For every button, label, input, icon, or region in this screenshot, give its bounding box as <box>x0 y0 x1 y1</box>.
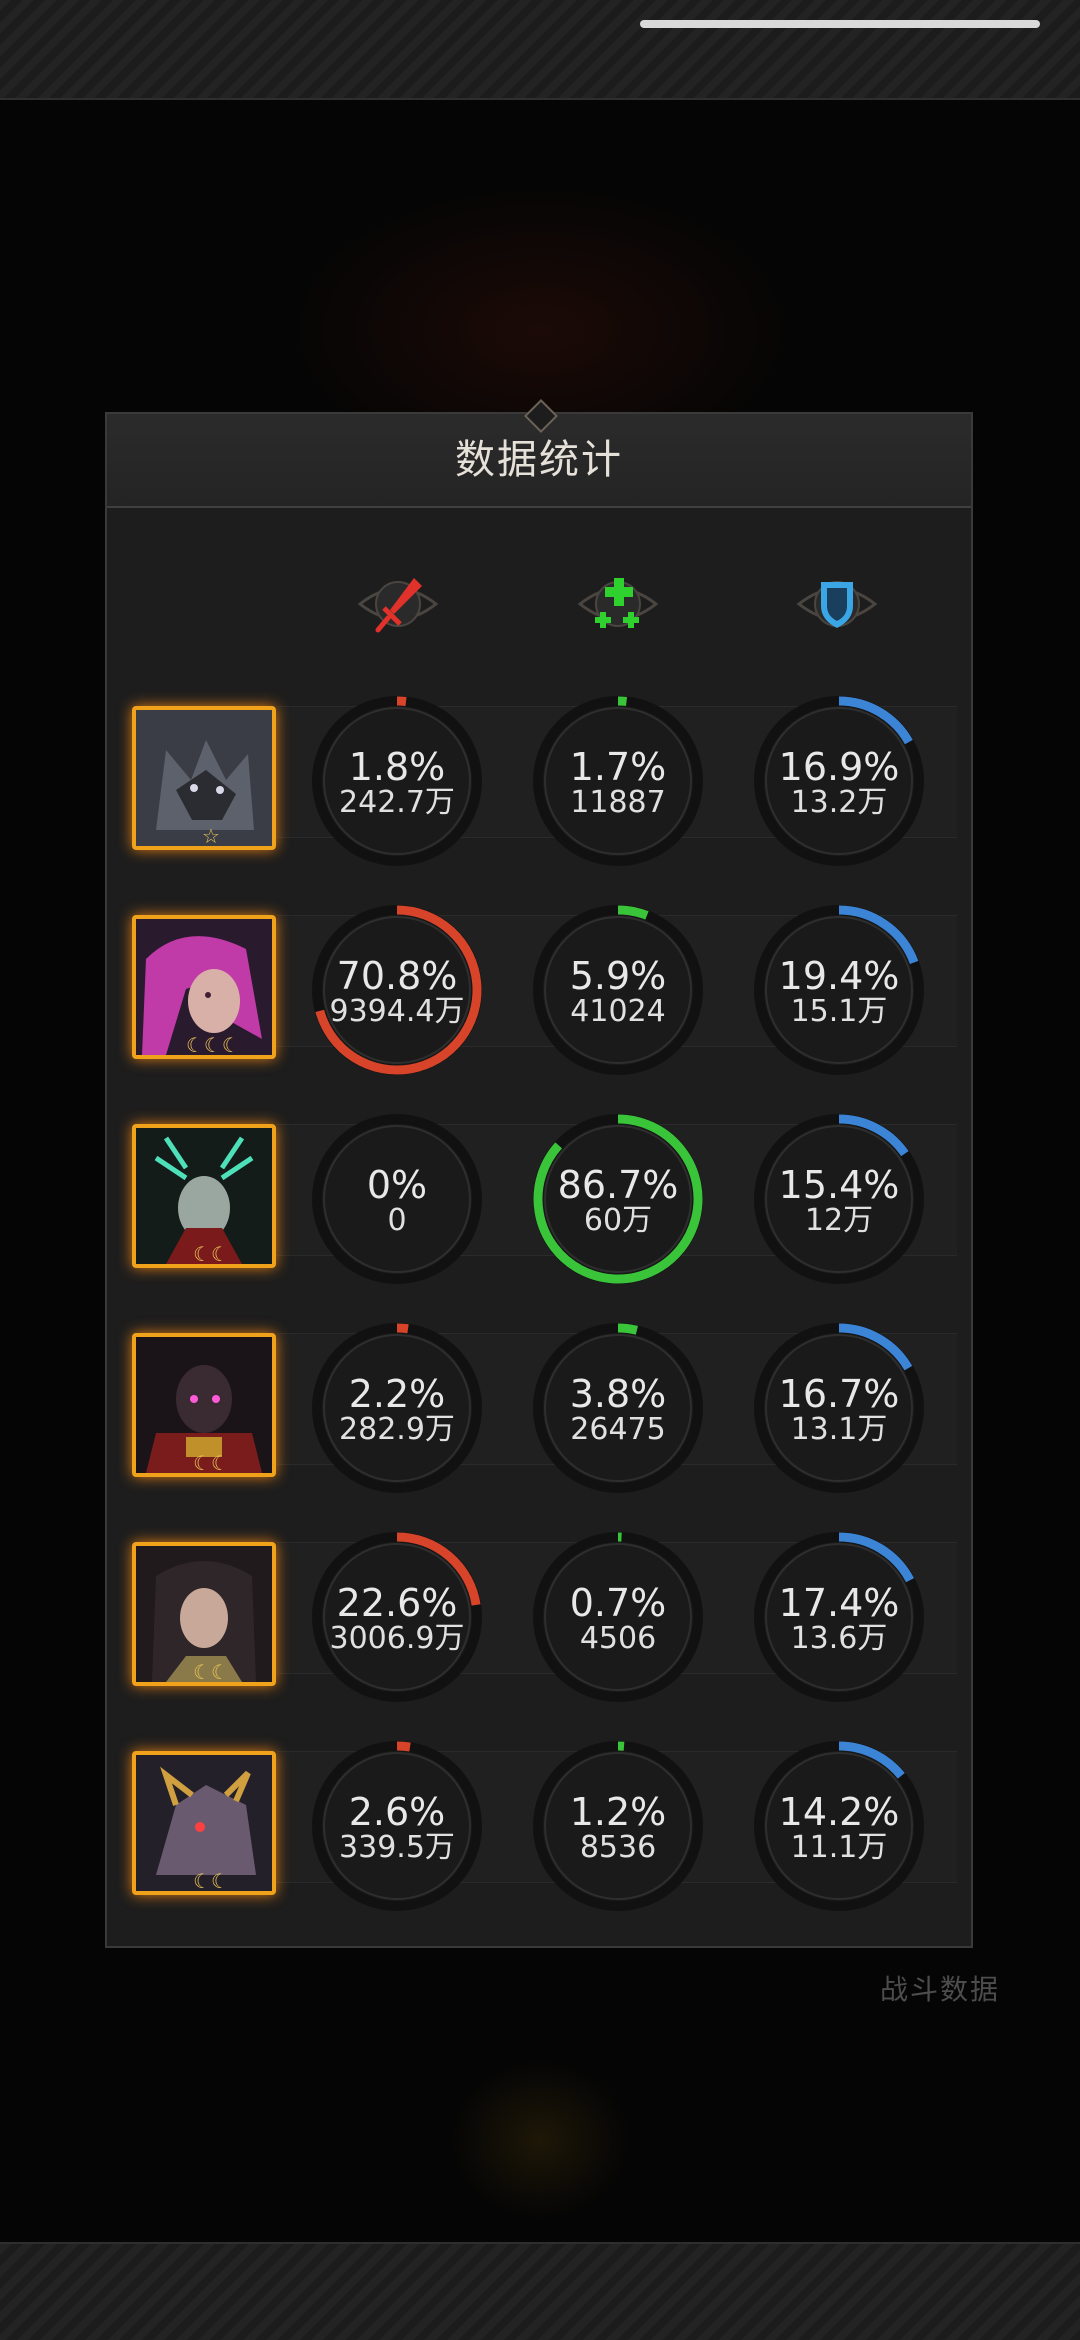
damage-gauge: 70.8% 9394.4万 <box>309 902 485 1078</box>
tank-gauge: 15.4% 12万 <box>751 1111 927 1287</box>
hero-avatar[interactable]: ☾☾☾ <box>132 915 276 1059</box>
tank-percent: 16.7% <box>778 1372 900 1416</box>
damage-gauge: 0% 0 <box>309 1111 485 1287</box>
panel-header: 数据统计 <box>107 399 971 508</box>
hero-avatar[interactable]: ☾☾ <box>132 1333 276 1477</box>
panel-title: 数据统计 <box>455 437 623 483</box>
tank-gauge: 17.4% 13.6万 <box>751 1529 927 1705</box>
heal-percent: 86.7% <box>557 1163 679 1207</box>
hero-rank-marks: ☾☾ <box>193 1660 229 1684</box>
hero-rank-marks: ☾☾ <box>193 1242 229 1266</box>
heal-amount: 4506 <box>579 1621 657 1656</box>
hero-stats-row: ☾☾☾ 70.8% 9394.4万 5.9% 41024 19.4% 15.1万 <box>107 885 971 1075</box>
heal-gauge-fill <box>617 1323 638 1335</box>
tank-gauge: 16.7% 13.1万 <box>751 1320 927 1496</box>
damage-amount: 0 <box>387 1203 407 1238</box>
tank-amount: 13.1万 <box>790 1412 888 1447</box>
damage-gauge: 2.2% 282.9万 <box>309 1320 485 1496</box>
damage-amount: 339.5万 <box>339 1830 455 1865</box>
damage-gauge-fill <box>396 1741 411 1752</box>
tank-percent: 19.4% <box>778 954 900 998</box>
damage-gauge: 1.8% 242.7万 <box>309 693 485 869</box>
damage-amount: 242.7万 <box>339 785 455 820</box>
heal-percent: 3.8% <box>569 1372 667 1416</box>
damage-gauge: 2.6% 339.5万 <box>309 1738 485 1914</box>
damage-amount: 9394.4万 <box>329 994 465 1029</box>
heal-amount: 11887 <box>570 785 666 820</box>
damage-percent: 2.2% <box>348 1372 446 1416</box>
background-emblem <box>450 2060 630 2220</box>
tank-percent: 17.4% <box>778 1581 900 1625</box>
bottom-bar <box>0 2242 1080 2340</box>
tank-amount: 11.1万 <box>790 1830 888 1865</box>
tank-percent: 14.2% <box>778 1790 900 1834</box>
home-indicator[interactable] <box>640 20 1040 28</box>
tank-percent: 16.9% <box>778 745 900 789</box>
heal-amount: 26475 <box>570 1412 666 1447</box>
hero-rank-marks: ☾☾ <box>193 1869 229 1893</box>
hero-stats-row: ☾☾ 2.6% 339.5万 1.2% 8536 14.2% 11.1万 <box>107 1721 971 1911</box>
heal-gauge: 1.2% 8536 <box>530 1738 706 1914</box>
sword-icon <box>348 564 448 644</box>
heal-gauge-fill <box>617 905 649 920</box>
heal-gauge: 3.8% 26475 <box>530 1320 706 1496</box>
heal-gauge: 0.7% 4506 <box>530 1529 706 1705</box>
damage-amount: 282.9万 <box>339 1412 455 1447</box>
screen: 战斗数据 数据统计 ☆ 1.8% 242.7万 1.7% 11887 16.9%… <box>0 0 1080 2340</box>
shield-icon <box>787 564 887 644</box>
heal-percent: 1.7% <box>569 745 667 789</box>
hero-rank-marks: ☾☾☾ <box>186 1033 240 1057</box>
heal-percent: 1.2% <box>569 1790 667 1834</box>
heal-gauge: 1.7% 11887 <box>530 693 706 869</box>
hero-stats-row: ☆ 1.8% 242.7万 1.7% 11887 16.9% 13.2万 <box>107 676 971 866</box>
tank-amount: 15.1万 <box>790 994 888 1029</box>
damage-percent: 2.6% <box>348 1790 446 1834</box>
damage-percent: 1.8% <box>348 745 446 789</box>
tank-amount: 12万 <box>804 1203 874 1238</box>
top-bar <box>0 0 1080 100</box>
tank-amount: 13.6万 <box>790 1621 888 1656</box>
battle-data-caption[interactable]: 战斗数据 <box>880 1968 1000 2008</box>
tank-percent: 15.4% <box>778 1163 900 1207</box>
heal-gauge: 86.7% 60万 <box>530 1111 706 1287</box>
damage-percent: 22.6% <box>336 1581 458 1625</box>
hero-rank-marks: ☆ <box>202 824 220 848</box>
heal-amount: 41024 <box>570 994 666 1029</box>
heal-amount: 8536 <box>579 1830 657 1865</box>
damage-percent: 0% <box>366 1163 428 1207</box>
tank-amount: 13.2万 <box>790 785 888 820</box>
hero-stats-row: ☾☾ 22.6% 3006.9万 0.7% 4506 17.4% 13.6万 <box>107 1512 971 1702</box>
tank-gauge: 19.4% 15.1万 <box>751 902 927 1078</box>
hero-rank-marks: ☾☾ <box>193 1451 229 1475</box>
tank-gauge: 16.9% 13.2万 <box>751 693 927 869</box>
damage-gauge-fill <box>396 696 407 706</box>
hero-avatar[interactable]: ☆ <box>132 706 276 850</box>
hero-avatar[interactable]: ☾☾ <box>132 1124 276 1268</box>
heal-gauge: 5.9% 41024 <box>530 902 706 1078</box>
hero-avatar[interactable]: ☾☾ <box>132 1542 276 1686</box>
damage-gauge: 22.6% 3006.9万 <box>309 1529 485 1705</box>
damage-percent: 70.8% <box>336 954 458 998</box>
heal-cross-icon <box>568 564 668 644</box>
heal-amount: 60万 <box>583 1203 653 1238</box>
heal-percent: 0.7% <box>569 1581 667 1625</box>
damage-amount: 3006.9万 <box>329 1621 465 1656</box>
damage-gauge-fill <box>396 1323 409 1334</box>
tank-gauge: 14.2% 11.1万 <box>751 1738 927 1914</box>
heal-percent: 5.9% <box>569 954 667 998</box>
hero-avatar[interactable]: ☾☾ <box>132 1751 276 1895</box>
stats-panel: 数据统计 ☆ 1.8% 242.7万 1.7% 11887 16.9% 13.2… <box>105 399 973 1948</box>
hero-stats-row: ☾☾ 2.2% 282.9万 3.8% 26475 16.7% 13.1万 <box>107 1303 971 1493</box>
hero-stats-row: ☾☾ 0% 0 86.7% 60万 15.4% 12万 <box>107 1094 971 1284</box>
